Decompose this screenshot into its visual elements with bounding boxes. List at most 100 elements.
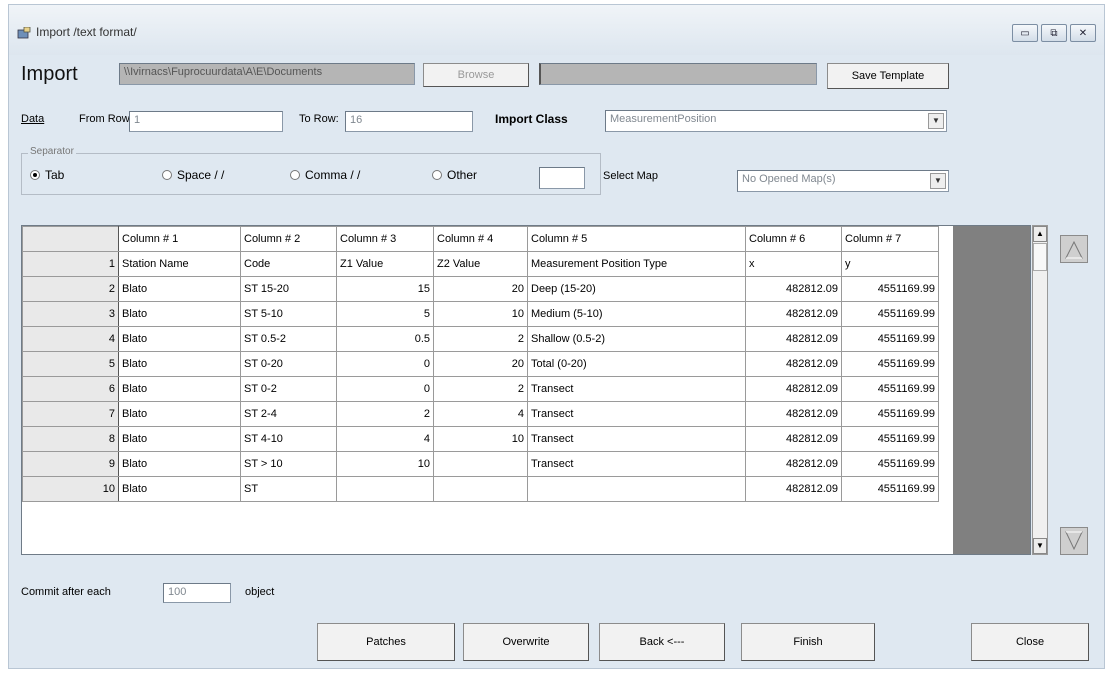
- table-cell[interactable]: [527, 476, 746, 502]
- table-row[interactable]: 10 Blato ST 482812.09 4551169.99: [22, 476, 939, 502]
- table-cell[interactable]: 4: [336, 426, 434, 452]
- radio-space-dot[interactable]: [162, 170, 172, 180]
- table-cell[interactable]: 4551169.99: [841, 351, 939, 377]
- table-cell[interactable]: ST 15-20: [240, 276, 337, 302]
- close-window-button[interactable]: ✕: [1070, 24, 1096, 42]
- row-header[interactable]: 5: [22, 351, 119, 377]
- table-cell[interactable]: y: [841, 251, 939, 277]
- scroll-up-icon[interactable]: ▲: [1033, 226, 1047, 242]
- table-cell[interactable]: 15: [336, 276, 434, 302]
- move-up-button[interactable]: [1060, 235, 1088, 263]
- table-cell[interactable]: 482812.09: [745, 401, 842, 427]
- table-cell[interactable]: Blato: [118, 301, 241, 327]
- table-row[interactable]: 6 Blato ST 0-2 0 2 Transect 482812.09 4551169.9…: [22, 376, 939, 402]
- table-cell[interactable]: Blato: [118, 476, 241, 502]
- table-cell[interactable]: 482812.09: [745, 426, 842, 452]
- overwrite-button[interactable]: Overwrite: [463, 623, 589, 661]
- to-row-input[interactable]: 16: [345, 111, 473, 132]
- row-header[interactable]: 4: [22, 326, 119, 352]
- commit-count-input[interactable]: 100: [163, 583, 231, 603]
- other-separator-input[interactable]: [539, 167, 585, 189]
- radio-space[interactable]: Space / /: [162, 168, 224, 182]
- row-header[interactable]: 7: [22, 401, 119, 427]
- table-cell[interactable]: 4551169.99: [841, 376, 939, 402]
- table-row[interactable]: 5 Blato ST 0-20 0 20 Total (0-20) 482812.09 455…: [22, 351, 939, 377]
- patches-button[interactable]: Patches: [317, 623, 455, 661]
- table-cell[interactable]: Medium (5-10): [527, 301, 746, 327]
- close-button[interactable]: Close: [971, 623, 1089, 661]
- column-header[interactable]: Column # 4: [433, 226, 528, 252]
- table-cell[interactable]: Transect: [527, 426, 746, 452]
- table-cell[interactable]: 482812.09: [745, 476, 842, 502]
- table-cell[interactable]: 2: [433, 376, 528, 402]
- table-row[interactable]: 4 Blato ST 0.5-2 0.5 2 Shallow (0.5-2) 482812.…: [22, 326, 939, 352]
- table-cell[interactable]: 4551169.99: [841, 476, 939, 502]
- scroll-down-icon[interactable]: ▼: [1033, 538, 1047, 554]
- row-header[interactable]: 10: [22, 476, 119, 502]
- table-cell[interactable]: ST 5-10: [240, 301, 337, 327]
- radio-tab[interactable]: Tab: [30, 168, 64, 182]
- table-cell[interactable]: 10: [433, 426, 528, 452]
- table-cell[interactable]: Shallow (0.5-2): [527, 326, 746, 352]
- table-cell[interactable]: Blato: [118, 276, 241, 302]
- radio-other[interactable]: Other: [432, 168, 477, 182]
- table-cell[interactable]: 4551169.99: [841, 426, 939, 452]
- table-row[interactable]: 9 Blato ST > 10 10 Transect 482812.09 4551169.…: [22, 451, 939, 477]
- table-cell[interactable]: 4551169.99: [841, 451, 939, 477]
- path-field[interactable]: \\Ivirnacs\Fuprocuurdata\A\E\Documents: [119, 63, 415, 85]
- column-header[interactable]: Column # 7: [841, 226, 939, 252]
- table-cell[interactable]: ST 4-10: [240, 426, 337, 452]
- row-header[interactable]: 1: [22, 251, 119, 277]
- table-cell[interactable]: 20: [433, 351, 528, 377]
- table-cell[interactable]: 2: [336, 401, 434, 427]
- chevron-down-icon[interactable]: ▼: [928, 113, 944, 129]
- radio-tab-dot[interactable]: [30, 170, 40, 180]
- column-header[interactable]: Column # 6: [745, 226, 842, 252]
- table-cell[interactable]: 482812.09: [745, 276, 842, 302]
- table-cell[interactable]: Station Name: [118, 251, 241, 277]
- table-cell[interactable]: 10: [336, 451, 434, 477]
- table-cell[interactable]: ST > 10: [240, 451, 337, 477]
- table-cell[interactable]: 4551169.99: [841, 301, 939, 327]
- data-grid[interactable]: Column # 1 Column # 2 Column # 3 Column …: [21, 225, 1031, 555]
- select-map-combo[interactable]: No Opened Map(s) ▼: [737, 170, 949, 192]
- table-cell[interactable]: Blato: [118, 351, 241, 377]
- import-class-select[interactable]: MeasurementPosition ▼: [605, 110, 947, 132]
- table-cell[interactable]: ST 0-20: [240, 351, 337, 377]
- column-header[interactable]: Column # 3: [336, 226, 434, 252]
- table-cell[interactable]: Deep (15-20): [527, 276, 746, 302]
- table-row[interactable]: 2 Blato ST 15-20 15 20 Deep (15-20) 482812.09 4…: [22, 276, 939, 302]
- radio-comma-dot[interactable]: [290, 170, 300, 180]
- table-cell[interactable]: 482812.09: [745, 326, 842, 352]
- table-cell[interactable]: 0: [336, 376, 434, 402]
- table-cell[interactable]: Transect: [527, 401, 746, 427]
- table-cell[interactable]: Measurement Position Type: [527, 251, 746, 277]
- chevron-down-icon[interactable]: ▼: [930, 173, 946, 189]
- table-cell[interactable]: 482812.09: [745, 351, 842, 377]
- table-cell[interactable]: Z2 Value: [433, 251, 528, 277]
- row-header[interactable]: 6: [22, 376, 119, 402]
- table-cell[interactable]: 4551169.99: [841, 326, 939, 352]
- table-cell[interactable]: 20: [433, 276, 528, 302]
- radio-other-dot[interactable]: [432, 170, 442, 180]
- table-cell[interactable]: Code: [240, 251, 337, 277]
- table-row[interactable]: 3 Blato ST 5-10 5 10 Medium (5-10) 482812.09 45…: [22, 301, 939, 327]
- radio-comma[interactable]: Comma / /: [290, 168, 360, 182]
- table-cell[interactable]: x: [745, 251, 842, 277]
- table-cell[interactable]: [433, 476, 528, 502]
- table-cell[interactable]: 482812.09: [745, 451, 842, 477]
- finish-button[interactable]: Finish: [741, 623, 875, 661]
- table-cell[interactable]: ST 2-4: [240, 401, 337, 427]
- table-cell[interactable]: Z1 Value: [336, 251, 434, 277]
- table-row[interactable]: 1 Station Name Code Z1 Value Z2 Value Measure…: [22, 251, 939, 277]
- table-cell[interactable]: 0: [336, 351, 434, 377]
- table-cell[interactable]: 10: [433, 301, 528, 327]
- restore-button[interactable]: ⧉: [1041, 24, 1067, 42]
- row-header[interactable]: 8: [22, 426, 119, 452]
- row-header[interactable]: 3: [22, 301, 119, 327]
- table-row[interactable]: 7 Blato ST 2-4 2 4 Transect 482812.09 4551169.9…: [22, 401, 939, 427]
- table-cell[interactable]: Transect: [527, 451, 746, 477]
- table-cell[interactable]: 0.5: [336, 326, 434, 352]
- table-cell[interactable]: [433, 451, 528, 477]
- column-header[interactable]: Column # 2: [240, 226, 337, 252]
